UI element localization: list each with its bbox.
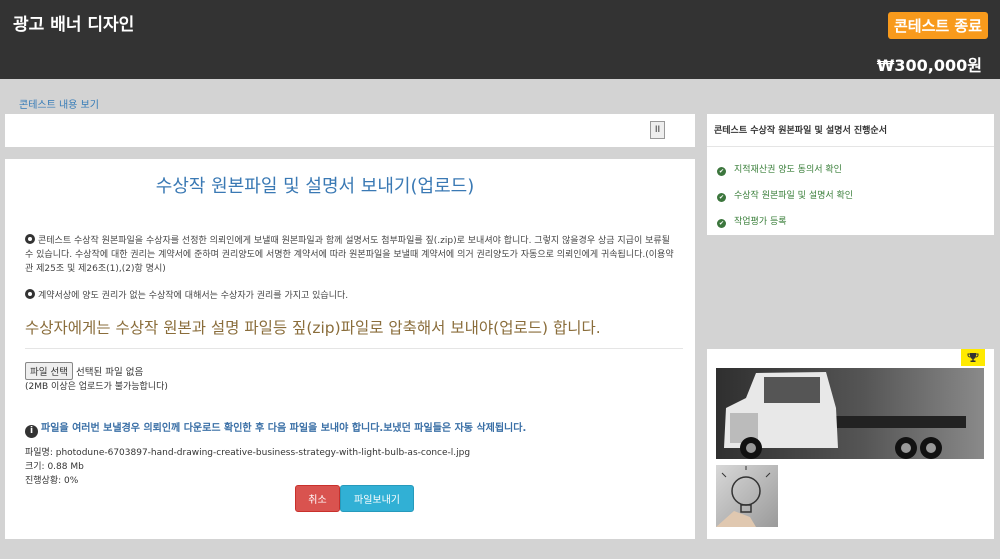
view-contest-link[interactable]: 콘테스트 내용 보기	[19, 96, 99, 111]
step-label: 수상작 원본파일 및 설명서 확인	[734, 191, 854, 201]
notice-no-transfer: 계약서상에 양도 권리가 없는 수상작에 대해서는 수상자가 권리를 가지고 있…	[25, 289, 680, 303]
file-status: 선택된 파일 없음	[75, 367, 144, 378]
winning-entry-gallery	[707, 349, 994, 539]
page-title: 광고 배너 디자인	[13, 15, 135, 35]
cancel-button[interactable]: 취소	[295, 485, 340, 512]
file-picker: 파일 선택 선택된 파일 없음	[25, 362, 143, 380]
check-circle-icon: ✔	[717, 193, 726, 202]
notice-rights-text: 콘테스트 수상작 원본파일을 수상자를 선정한 의뢰인에게 보낼때 원본파일과 …	[25, 236, 674, 274]
progress-steps-panel: 콘테스트 수상작 원본파일 및 설명서 진행순서 ✔ 지적재산권 양도 동의서 확…	[707, 114, 994, 235]
info-icon: i	[25, 425, 38, 438]
divider	[25, 348, 683, 349]
bulb-sketch-thumbnail[interactable]	[716, 465, 778, 527]
step-item: ✔ 지적재산권 양도 동의서 확인	[717, 162, 842, 176]
pause-button[interactable]: II	[650, 121, 665, 139]
prize-amount: ₩300,000원	[876, 56, 982, 75]
zip-instruction: 수상자에게는 수상작 원본과 설명 파일등 짚(zip)파일로 압축해서 보내야…	[25, 319, 601, 337]
top-panel: II	[5, 114, 695, 147]
header-bar: 광고 배너 디자인 콘테스트 종료 ₩300,000원	[0, 0, 1000, 79]
multi-upload-info-text: 파일을 여러번 보낼경우 의뢰인께 다운로드 확인한 후 다음 파일을 보내야 …	[41, 423, 527, 434]
steps-title: 콘테스트 수상작 원본파일 및 설명서 진행순서	[714, 126, 887, 136]
step-label: 지적재산권 양도 동의서 확인	[734, 165, 842, 175]
multi-upload-info: i 파일을 여러번 보낼경우 의뢰인께 다운로드 확인한 후 다음 파일을 보내야…	[25, 419, 526, 438]
upload-progress: 진행상황: 0%	[25, 476, 79, 486]
lightbulb-icon	[25, 289, 35, 299]
choose-file-button[interactable]: 파일 선택	[25, 362, 73, 380]
divider	[707, 146, 994, 147]
check-circle-icon: ✔	[717, 167, 726, 176]
size-limit-note: (2MB 이상은 업로드가 불가능합니다)	[25, 382, 168, 392]
lightbulb-icon	[25, 234, 35, 244]
send-file-button[interactable]: 파일보내기	[340, 485, 414, 512]
check-circle-icon: ✔	[717, 219, 726, 228]
notice-rights: 콘테스트 수상작 원본파일을 수상자를 선정한 의뢰인에게 보낼때 원본파일과 …	[25, 234, 680, 276]
upload-title: 수상작 원본파일 및 설명서 보내기(업로드)	[155, 176, 475, 197]
trophy-icon	[961, 349, 985, 366]
status-badge: 콘테스트 종료	[887, 12, 988, 39]
file-name: 파일명: photodune-6703897-hand-drawing-crea…	[25, 448, 471, 458]
truck-image[interactable]	[716, 368, 984, 459]
file-size: 크기: 0.88 Mb	[25, 462, 84, 472]
notice-no-transfer-text: 계약서상에 양도 권리가 없는 수상작에 대해서는 수상자가 권리를 가지고 있…	[38, 291, 349, 301]
step-label: 작업평가 등록	[734, 217, 787, 227]
step-item: ✔ 작업평가 등록	[717, 214, 787, 228]
step-item: ✔ 수상작 원본파일 및 설명서 확인	[717, 188, 853, 202]
upload-panel: 수상작 원본파일 및 설명서 보내기(업로드) 콘테스트 수상작 원본파일을 수…	[5, 159, 695, 539]
